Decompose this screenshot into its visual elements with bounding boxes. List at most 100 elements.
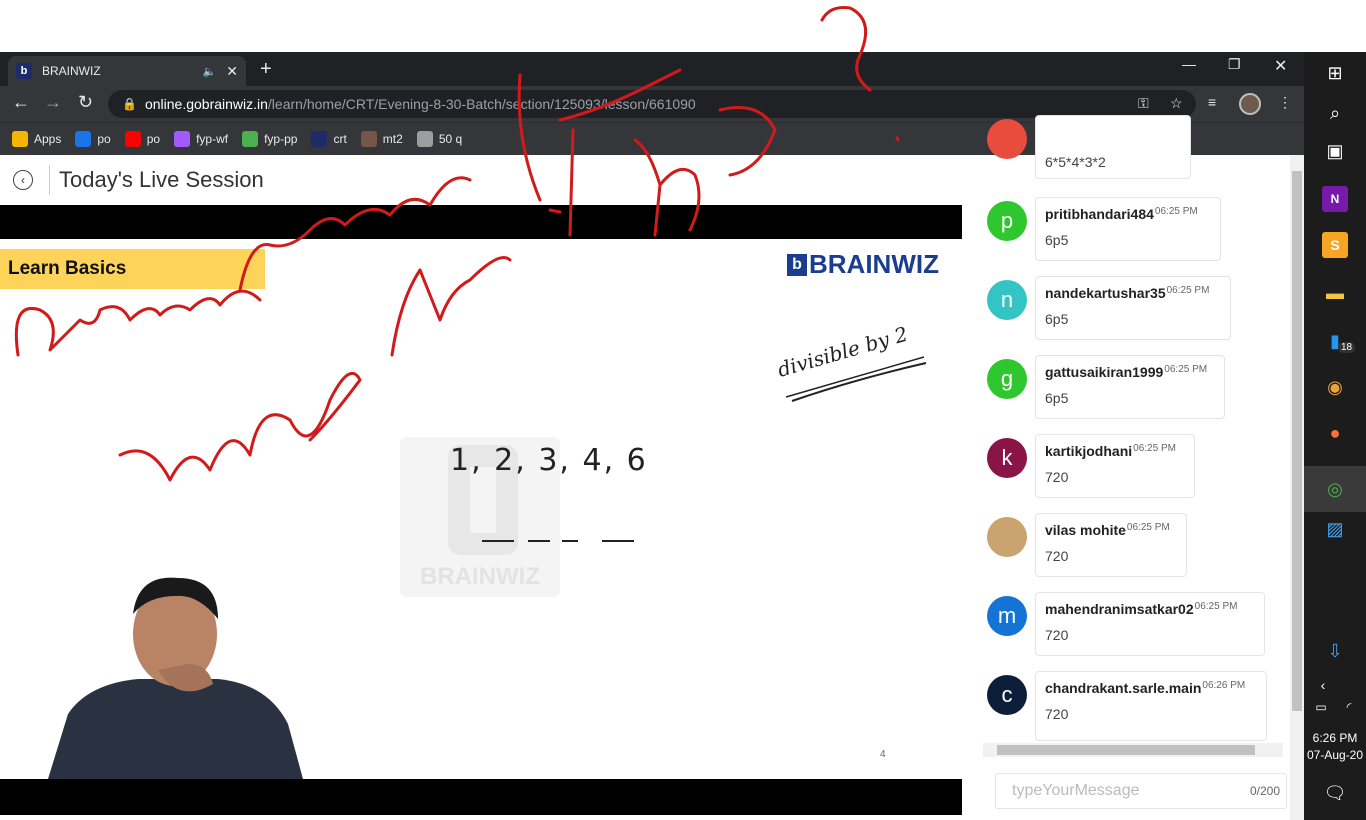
bookmark-5[interactable]: crt: [311, 131, 347, 147]
message-username: pritibhandari484: [1045, 206, 1154, 222]
edge-icon: [75, 131, 92, 147]
message-text: 720: [1045, 548, 1069, 564]
page-content: ‹ Today's Live Session Learn Basics b BR…: [0, 115, 1304, 820]
task-view-icon[interactable]: ▣: [1322, 138, 1348, 164]
message-bubble: gattusaikiran199906:25 PM 6p5: [1035, 355, 1225, 419]
onenote-icon[interactable]: N: [1322, 186, 1348, 212]
bookmark-4[interactable]: fyp-pp: [242, 131, 297, 147]
user-avatar: k: [987, 438, 1027, 478]
back-arrow-icon[interactable]: ←: [12, 92, 30, 113]
bookmark-label: fyp-pp: [264, 132, 298, 146]
firefox-icon[interactable]: ●: [1322, 420, 1348, 446]
bookmark-label: mt2: [382, 132, 403, 146]
chat-message: n nandekartushar3506:25 PM 6p5: [978, 276, 1290, 350]
windows-start-icon[interactable]: ⊞: [1322, 60, 1348, 86]
restore-icon[interactable]: ❐: [1228, 56, 1241, 73]
bookmark-0[interactable]: Apps: [12, 131, 61, 147]
wifi-icon[interactable]: ◜: [1336, 694, 1362, 720]
system-clock[interactable]: 6:26 PM 07-Aug-20: [1304, 730, 1366, 764]
user-avatar: p: [987, 201, 1027, 241]
new-tab-button[interactable]: +: [260, 58, 272, 81]
battery-icon[interactable]: ▭: [1308, 694, 1334, 720]
message-time: 06:25 PM: [1126, 522, 1170, 533]
menu-kebab-icon[interactable]: ⋮: [1278, 94, 1292, 111]
cc-icon: [360, 131, 377, 147]
message-username: mahendranimsatkar02: [1045, 601, 1194, 617]
chat-horizontal-scrollbar[interactable]: [983, 743, 1283, 757]
bookmark-label: 50 q: [438, 132, 463, 146]
reload-icon[interactable]: ↻: [78, 92, 93, 113]
message-username: kartikjodhani: [1045, 443, 1133, 459]
chat-message-partial: 6*5*4*3*2: [978, 115, 1290, 189]
message-text: 720: [1045, 706, 1069, 722]
notifications-icon[interactable]: 🗨: [1322, 780, 1348, 806]
brand-text: BRAINWIZ: [809, 249, 939, 279]
message-bubble: mahendranimsatkar0206:25 PM 720: [1035, 592, 1265, 656]
instructor-video: [48, 577, 303, 779]
message-username: chandrakant.sarle.main: [1045, 680, 1202, 696]
scrollbar-thumb[interactable]: [997, 745, 1255, 755]
divisible-by-2-note: divisible by 2: [776, 327, 927, 402]
handwritten-numbers: 1, 2, 3, 4, 6: [450, 443, 648, 478]
download-icon[interactable]: ⇩: [1322, 638, 1348, 664]
user-avatar: g: [987, 359, 1027, 399]
chat-message: c chandrakant.sarle.main06:26 PM 720: [978, 671, 1290, 745]
message-text: 6*5*4*3*2: [1045, 154, 1106, 170]
bookmark-6[interactable]: mt2: [360, 131, 403, 147]
key-icon[interactable]: ⚿: [1138, 95, 1149, 112]
tab-title: BRAINWIZ: [42, 64, 101, 78]
chat-vertical-scrollbar[interactable]: [1290, 155, 1304, 820]
message-username: vilas mohite: [1045, 522, 1126, 538]
bookmark-7[interactable]: 50 q: [416, 131, 463, 147]
close-window-icon[interactable]: ✕: [1274, 56, 1287, 76]
bookmark-label: po: [146, 132, 161, 146]
slide-banner: Learn Basics: [0, 249, 265, 289]
chrome-icon[interactable]: ◎: [1304, 466, 1366, 512]
chat-message-input[interactable]: [1012, 782, 1250, 800]
message-bubble: chandrakant.sarle.main06:26 PM 720: [1035, 671, 1267, 741]
url-path: /learn/home/CRT/Evening-8-30-Batch/secti…: [267, 96, 696, 112]
bookmark-2[interactable]: po: [124, 131, 161, 147]
figma-icon: [174, 131, 191, 147]
message-time: 06:25 PM: [1164, 364, 1208, 375]
browser-tab[interactable]: b BRAINWIZ 🔈 ✕: [8, 56, 246, 86]
address-bar[interactable]: 🔒 online.gobrainwiz.in /learn/home/CRT/E…: [108, 90, 1196, 118]
windows-taskbar: ⊞ ⌕ ▣ N S ▬ ▮ 18 ◉ ● ◎ ▨ ⇩ ‹ ▭ ◜ 6:26 PM…: [1304, 52, 1366, 820]
chat-panel: 6*5*4*3*2 p pritibhandari484 06:25 PM 6p5 n n…: [978, 115, 1290, 820]
message-text: 720: [1045, 627, 1069, 643]
profile-avatar[interactable]: [1239, 93, 1261, 115]
page-title: Today's Live Session: [59, 167, 264, 192]
pdf-icon: [242, 131, 259, 147]
youtube-icon: [124, 131, 141, 147]
back-circle-icon[interactable]: ‹: [13, 170, 33, 190]
brainwiz-icon: [311, 131, 328, 147]
user-avatar: n: [987, 280, 1027, 320]
bookmark-label: crt: [333, 132, 347, 146]
media-player-icon[interactable]: ◉: [1322, 374, 1348, 400]
video-player[interactable]: Learn Basics b BRAINWIZ BRAINWIZ 1, 2, 3…: [0, 205, 962, 815]
photos-icon[interactable]: ▨: [1322, 516, 1348, 542]
scrollbar-thumb[interactable]: [1292, 171, 1302, 711]
bookmark-star-icon[interactable]: ☆: [1170, 95, 1183, 112]
file-explorer-icon[interactable]: ▬: [1322, 280, 1348, 306]
lock-icon: 🔒: [122, 97, 137, 111]
forward-arrow-icon[interactable]: →: [44, 92, 62, 113]
notification-badge: 18: [1338, 342, 1356, 353]
message-time: 06:26 PM: [1202, 680, 1246, 691]
minimize-icon[interactable]: —: [1182, 56, 1196, 72]
bookmark-label: fyp-wf: [196, 132, 229, 146]
close-tab-icon[interactable]: ✕: [226, 63, 238, 80]
bookmark-3[interactable]: fyp-wf: [174, 131, 228, 147]
speaker-icon[interactable]: 🔈: [203, 65, 217, 78]
media-queue-icon[interactable]: ≡: [1208, 94, 1216, 110]
message-text: 720: [1045, 469, 1069, 485]
search-icon[interactable]: ⌕: [1322, 100, 1348, 126]
clock-time: 6:26 PM: [1312, 731, 1358, 745]
svg-text:divisible by 2: divisible by 2: [776, 327, 910, 382]
message-text: 6p5: [1045, 390, 1069, 406]
bookmark-1[interactable]: po: [75, 131, 111, 147]
chat-message: p pritibhandari48406:25 PM 6p5: [978, 197, 1290, 271]
user-avatar: [987, 119, 1027, 159]
sublime-icon[interactable]: S: [1322, 232, 1348, 258]
apps-grid-icon: [12, 131, 28, 147]
